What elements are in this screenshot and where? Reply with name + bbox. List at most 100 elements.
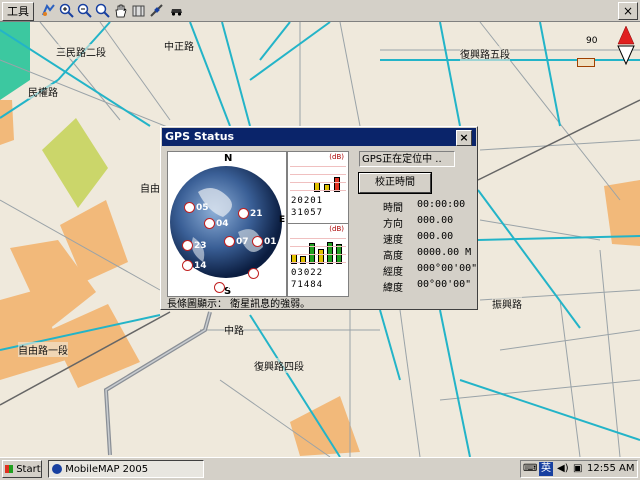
network-icon[interactable]: ▣ [573,462,583,476]
dialog-close-button[interactable]: × [456,130,472,146]
app-icon [52,464,62,474]
chart-hint-text: 長條圖顯示： 衛星訊息的強弱。 [167,299,311,310]
street-label: 三民路二段 [56,44,106,59]
longitude-value: 000°00'00" [417,263,478,274]
signal-gridline [290,174,346,175]
heading-readout: 90 [586,36,598,46]
keyboard-icon[interactable]: ⌨ [523,462,537,476]
street-label: 民權路 [28,84,58,99]
satellite-id: 21 [250,209,263,219]
satellite-id: 11 [260,269,273,279]
signal-unit: (dB) [329,225,344,233]
window-close-button[interactable]: × [618,2,638,20]
pan-hand-icon[interactable] [112,2,129,19]
street-label: 復興路四段 [254,358,304,373]
satellite-icon[interactable] [148,2,165,19]
satellite-sky-view: N S 05 21 04 07 01 23 11 14 29 [167,151,287,297]
street-label: 中正路 [164,38,194,53]
street-label: 振興路 [492,296,522,311]
street-label: 自由 [140,180,160,195]
street-label: 中路 [224,322,244,337]
system-tray: ⌨ 英 ◀) ▣ 12:55 AM [520,460,638,478]
taskbar: Start MobileMAP 2005 ⌨ 英 ◀) ▣ 12:55 AM [0,457,640,480]
satellite-icon [182,240,193,251]
start-label: Start [16,464,41,475]
zoom-out-icon[interactable] [76,2,93,19]
satellite-id: 04 [216,219,229,229]
road-icon[interactable] [130,2,147,19]
signal-gridline [290,262,346,263]
signal-gridline [290,238,346,239]
satellite-icon [184,202,195,213]
time-label: 時間 [383,203,403,214]
clock: 12:55 AM [587,463,635,474]
signal-strength-panel: (dB) 20201 31057 (dB) 03022 71484 [287,151,349,297]
satellite-id: 05 [196,203,209,213]
signal-gridline [290,246,346,247]
gps-status-text: GPS正在定位中 .. [359,151,455,167]
altitude-value: 0000.00 M [417,247,472,258]
satellite-marker: 29 [214,282,239,293]
satellite-marker: 21 [238,208,263,219]
street-label: 自由路一段 [18,342,68,357]
satellite-icon [204,218,215,229]
latitude-label: 緯度 [383,283,403,294]
dialog-title: GPS Status × [162,128,476,146]
compass-east-label: E [279,215,286,225]
tools-menu-button[interactable]: 工具 [2,2,34,21]
direction-value: 000.00 [417,215,454,226]
start-button[interactable]: Start [2,460,42,478]
direction-label: 方向 [383,219,403,230]
volume-icon[interactable]: ◀) [557,462,569,476]
satellite-marker: 05 [184,202,209,213]
car-icon[interactable] [168,2,185,19]
altitude-label: 高度 [383,251,403,262]
signal-gridline [290,254,346,255]
signal-gridline [290,166,346,167]
signal-chart-top: (dB) 20201 31057 [288,152,348,224]
satellite-id: 29 [226,283,239,293]
speed-label: 速度 [383,235,403,246]
calibrate-time-button[interactable]: 校正時間 [358,172,432,194]
windows-flag-icon [5,465,13,473]
satellite-icon [248,268,259,279]
satellite-marker: 04 [204,218,229,229]
signal-gridline [290,190,346,191]
signal-row: 31057 [291,208,324,218]
zoom-in-icon[interactable] [58,2,75,19]
task-button-mobilemap[interactable]: MobileMAP 2005 [48,460,204,478]
dialog-title-text: GPS Status [165,130,235,143]
satellite-id: 23 [194,241,207,251]
signal-row: 71484 [291,280,324,290]
zoom-fit-icon[interactable] [94,2,111,19]
land-parcel [0,100,14,145]
signal-chart-bottom: (dB) 03022 71484 [288,224,348,295]
speed-indicator [577,58,595,67]
compass-icon[interactable] [614,24,638,68]
gps-status-dialog: GPS Status × N S 05 21 04 07 01 23 11 14 29 E (d… [160,126,478,310]
satellite-icon [224,236,235,247]
satellite-marker: 07 [224,236,249,247]
satellite-icon [252,236,263,247]
signal-row: 20201 [291,196,324,206]
compass-north-label: N [224,153,232,164]
satellite-id: 07 [236,237,249,247]
speed-value: 000.00 [417,231,454,242]
street-label: 復興路五段 [460,46,510,61]
time-value: 00:00:00 [417,199,466,210]
satellite-icon [214,282,225,293]
main-toolbar: 工具 × [0,0,640,22]
signal-unit: (dB) [329,153,344,161]
satellite-marker: 23 [182,240,207,251]
satellite-icon [182,260,193,271]
ime-indicator[interactable]: 英 [539,462,553,476]
task-label: MobileMAP 2005 [65,464,149,475]
signal-row: 03022 [291,268,324,278]
satellite-id: 14 [194,261,207,271]
satellite-icon [238,208,249,219]
layers-icon[interactable] [40,2,57,19]
signal-gridline [290,182,346,183]
latitude-value: 00°00'00" [417,279,472,290]
satellite-marker: 01 [252,236,277,247]
satellite-marker: 11 [248,268,273,279]
